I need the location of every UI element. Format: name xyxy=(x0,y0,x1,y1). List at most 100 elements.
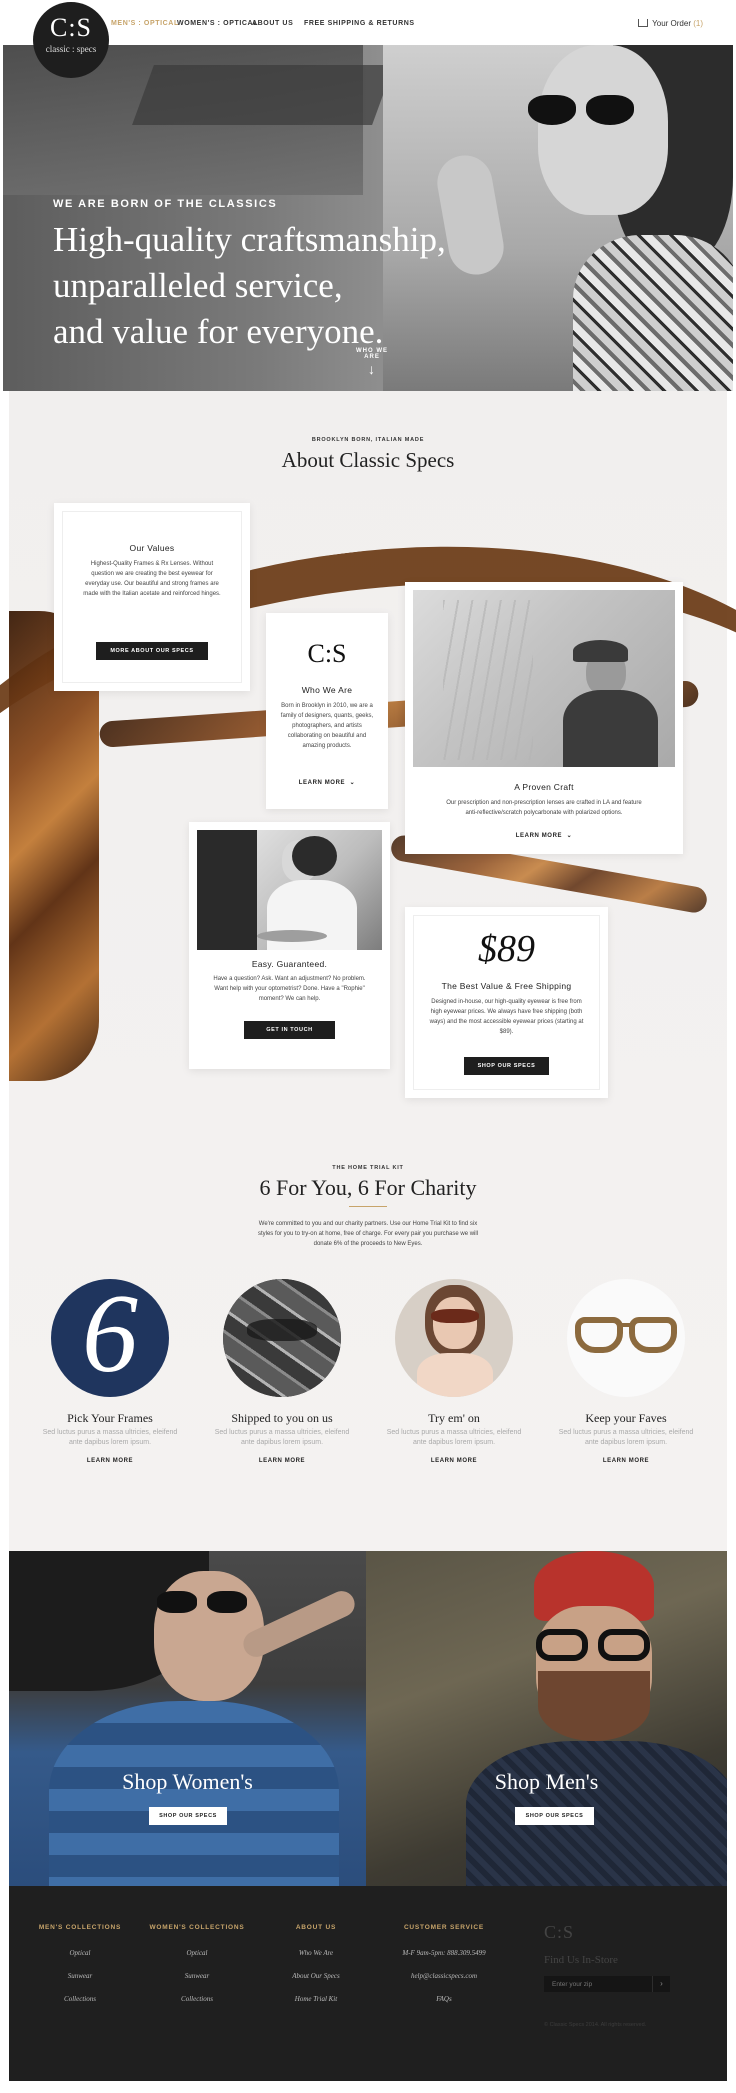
footer-link-womens-optical[interactable]: Optical xyxy=(142,1949,252,1957)
mens-glasses xyxy=(536,1629,654,1663)
chevron-down-icon: ⌄ xyxy=(566,833,573,839)
six-numeral: 6 xyxy=(82,1279,138,1396)
easy-guaranteed-card: Easy. Guaranteed. Have a question? Ask. … xyxy=(189,822,390,1069)
footer-phone[interactable]: M-F 9am-5pm: 888.309.5499 xyxy=(379,1949,509,1957)
trial-title: 6 For You, 6 For Charity xyxy=(259,1175,477,1200)
proven-craft-text: Our prescription and non-prescription le… xyxy=(446,800,642,816)
who-we-are-learn-more[interactable]: LEARN MORE ⌄ xyxy=(266,771,388,789)
hero-background-roof xyxy=(132,65,394,125)
footer-heading-womens: WOMEN'S COLLECTIONS xyxy=(149,1924,245,1931)
top-nav: MEN'S : OPTICAL WOMEN'S : OPTICAL ABOUT … xyxy=(9,0,727,45)
best-value-text: Designed in-house, our high-quality eyew… xyxy=(429,999,584,1035)
arrow-down-icon: ↓ xyxy=(368,361,376,377)
step-2-learn-more[interactable]: LEARN MORE xyxy=(212,1458,352,1464)
footer-col-service: CUSTOMER SERVICE M-F 9am-5pm: 888.309.54… xyxy=(379,1924,509,2018)
hero-headline-line-3: and value for everyone. xyxy=(53,312,384,351)
footer-link-home-trial[interactable]: Home Trial Kit xyxy=(261,1995,371,2003)
trial-kicker: THE HOME TRIAL KIT xyxy=(332,1165,404,1171)
who-we-are-link[interactable]: WHO WE ARE ↓ xyxy=(348,348,396,376)
more-about-our-specs-button[interactable]: MORE ABOUT OUR SPECS xyxy=(96,642,208,660)
footer-link-mens-collections[interactable]: Collections xyxy=(25,1995,135,2003)
hero-headline-line-1: High-quality craftsmanship, xyxy=(53,220,446,259)
order-count: (1) xyxy=(693,19,703,28)
logo-name: classic : specs xyxy=(45,44,97,54)
nav-free-shipping[interactable]: FREE SHIPPING & RETURNS xyxy=(304,20,415,27)
footer-link-faqs[interactable]: FAQs xyxy=(379,1995,509,2003)
hero-model-floral-dress xyxy=(573,235,733,391)
step-4-text: Sed luctus purus a massa ultricies, elei… xyxy=(558,1429,694,1446)
footer-heading-about: ABOUT US xyxy=(295,1924,337,1931)
step-2-text: Sed luctus purus a massa ultricies, elei… xyxy=(214,1429,350,1446)
zip-input[interactable] xyxy=(544,1976,654,1992)
about-kicker: BROOKLYN BORN, ITALIAN MADE xyxy=(311,437,425,443)
shop-womens-panel[interactable]: Shop Women's SHOP OUR SPECS xyxy=(9,1551,366,1886)
footer-link-mens-optical[interactable]: Optical xyxy=(25,1949,135,1957)
footer-link-womens-sunwear[interactable]: Sunwear xyxy=(142,1972,252,1980)
footer-link-mens-sunwear[interactable]: Sunwear xyxy=(25,1972,135,1980)
footer-link-who-we-are[interactable]: Who We Are xyxy=(261,1949,371,1957)
order-label: Your Order xyxy=(652,19,691,28)
zip-submit-button[interactable]: › xyxy=(652,1976,670,1992)
pick-frames-circle: 6 xyxy=(51,1279,169,1397)
your-order-link[interactable]: Your Order (1) xyxy=(638,19,703,28)
step-2-title: Shipped to you on us xyxy=(231,1411,333,1425)
easy-guaranteed-photo xyxy=(197,830,382,950)
proven-craft-photo xyxy=(413,590,675,767)
best-value-card: $89 The Best Value & Free Shipping Desig… xyxy=(405,907,608,1098)
proven-craft-card: A Proven Craft Our prescription and non-… xyxy=(405,582,683,854)
shop-mens-panel[interactable]: Shop Men's SHOP OUR SPECS xyxy=(366,1551,727,1886)
easy-guaranteed-text: Have a question? Ask. Want an adjustment… xyxy=(213,976,366,1002)
step-3-learn-more[interactable]: LEARN MORE xyxy=(384,1458,524,1464)
proven-craft-learn-more[interactable]: LEARN MORE ⌄ xyxy=(405,824,683,842)
step-1-text: Sed luctus purus a massa ultricies, elei… xyxy=(42,1429,178,1446)
footer-email[interactable]: help@classicspecs.com xyxy=(379,1972,509,1980)
footer-link-womens-collections[interactable]: Collections xyxy=(142,1995,252,2003)
craft-learn-more-label: LEARN MORE xyxy=(515,833,563,839)
logo-mark: C:S xyxy=(49,13,93,42)
our-values-title: Our Values xyxy=(129,543,175,553)
hero-banner: WE ARE BORN OF THE CLASSICS High-quality… xyxy=(3,45,733,391)
shop-mens-title: Shop Men's xyxy=(494,1769,599,1794)
our-values-text: Highest-Quality Frames & Rx Lenses. With… xyxy=(83,561,221,597)
who-we-are-label: WHO WE ARE xyxy=(356,348,388,360)
footer-col-about: ABOUT US Who We Are About Our Specs Home… xyxy=(261,1924,371,2018)
step-1-title: Pick Your Frames xyxy=(67,1411,153,1425)
shop-womens-button[interactable]: SHOP OUR SPECS xyxy=(149,1807,227,1825)
our-values-card: Our Values Highest-Quality Frames & Rx L… xyxy=(54,503,250,691)
who-we-are-card: C:S Who We Are Born in Brooklyn in 2010,… xyxy=(266,613,388,809)
trial-text: We're committed to you and our charity p… xyxy=(257,1221,479,1247)
step-4-title: Keep your Faves xyxy=(585,1411,667,1425)
footer-col-womens: WOMEN'S COLLECTIONS Optical Sunwear Coll… xyxy=(142,1924,252,2018)
footer-col-mens: MEN'S COLLECTIONS Optical Sunwear Collec… xyxy=(25,1924,135,2018)
price-display: $89 xyxy=(478,928,535,970)
hero-kicker: WE ARE BORN OF THE CLASSICS xyxy=(53,198,278,210)
find-in-store-heading: Find Us In-Store xyxy=(544,1954,618,1966)
hero-model-face xyxy=(538,45,668,215)
footer-link-about-specs[interactable]: About Our Specs xyxy=(261,1972,371,1980)
step-3-text: Sed luctus purus a massa ultricies, elei… xyxy=(386,1429,522,1446)
try-on-circle xyxy=(395,1279,513,1397)
shop-mens-button[interactable]: SHOP OUR SPECS xyxy=(515,1807,594,1825)
cart-icon xyxy=(638,19,649,27)
easy-guaranteed-title: Easy. Guaranteed. xyxy=(251,959,328,969)
who-card-logo-mark: C:S xyxy=(307,639,347,668)
who-we-are-text: Born in Brooklyn in 2010, we are a famil… xyxy=(280,703,374,749)
step-1-learn-more[interactable]: LEARN MORE xyxy=(40,1458,180,1464)
footer-logo: C:S xyxy=(544,1922,575,1942)
get-in-touch-button[interactable]: GET IN TOUCH xyxy=(244,1021,335,1039)
keep-faves-circle xyxy=(567,1279,685,1397)
nav-about-us[interactable]: ABOUT US xyxy=(252,20,293,27)
nav-womens-optical[interactable]: WOMEN'S : OPTICAL xyxy=(177,20,258,27)
footer-heading-mens: MEN'S COLLECTIONS xyxy=(38,1924,122,1931)
about-title: About Classic Specs xyxy=(281,448,455,472)
footer-heading-service: CUSTOMER SERVICE xyxy=(403,1924,485,1931)
womens-sunglasses xyxy=(157,1591,249,1617)
nav-mens-optical[interactable]: MEN'S : OPTICAL xyxy=(111,20,179,27)
shop-our-specs-button[interactable]: SHOP OUR SPECS xyxy=(463,1057,550,1075)
brand-logo[interactable]: C:S classic : specs xyxy=(33,2,109,78)
about-section: BROOKLYN BORN, ITALIAN MADE About Classi… xyxy=(0,391,736,1551)
trial-divider xyxy=(349,1206,387,1207)
chevron-down-icon: ⌄ xyxy=(349,780,356,786)
best-value-title: The Best Value & Free Shipping xyxy=(441,981,572,991)
step-4-learn-more[interactable]: LEARN MORE xyxy=(556,1458,696,1464)
